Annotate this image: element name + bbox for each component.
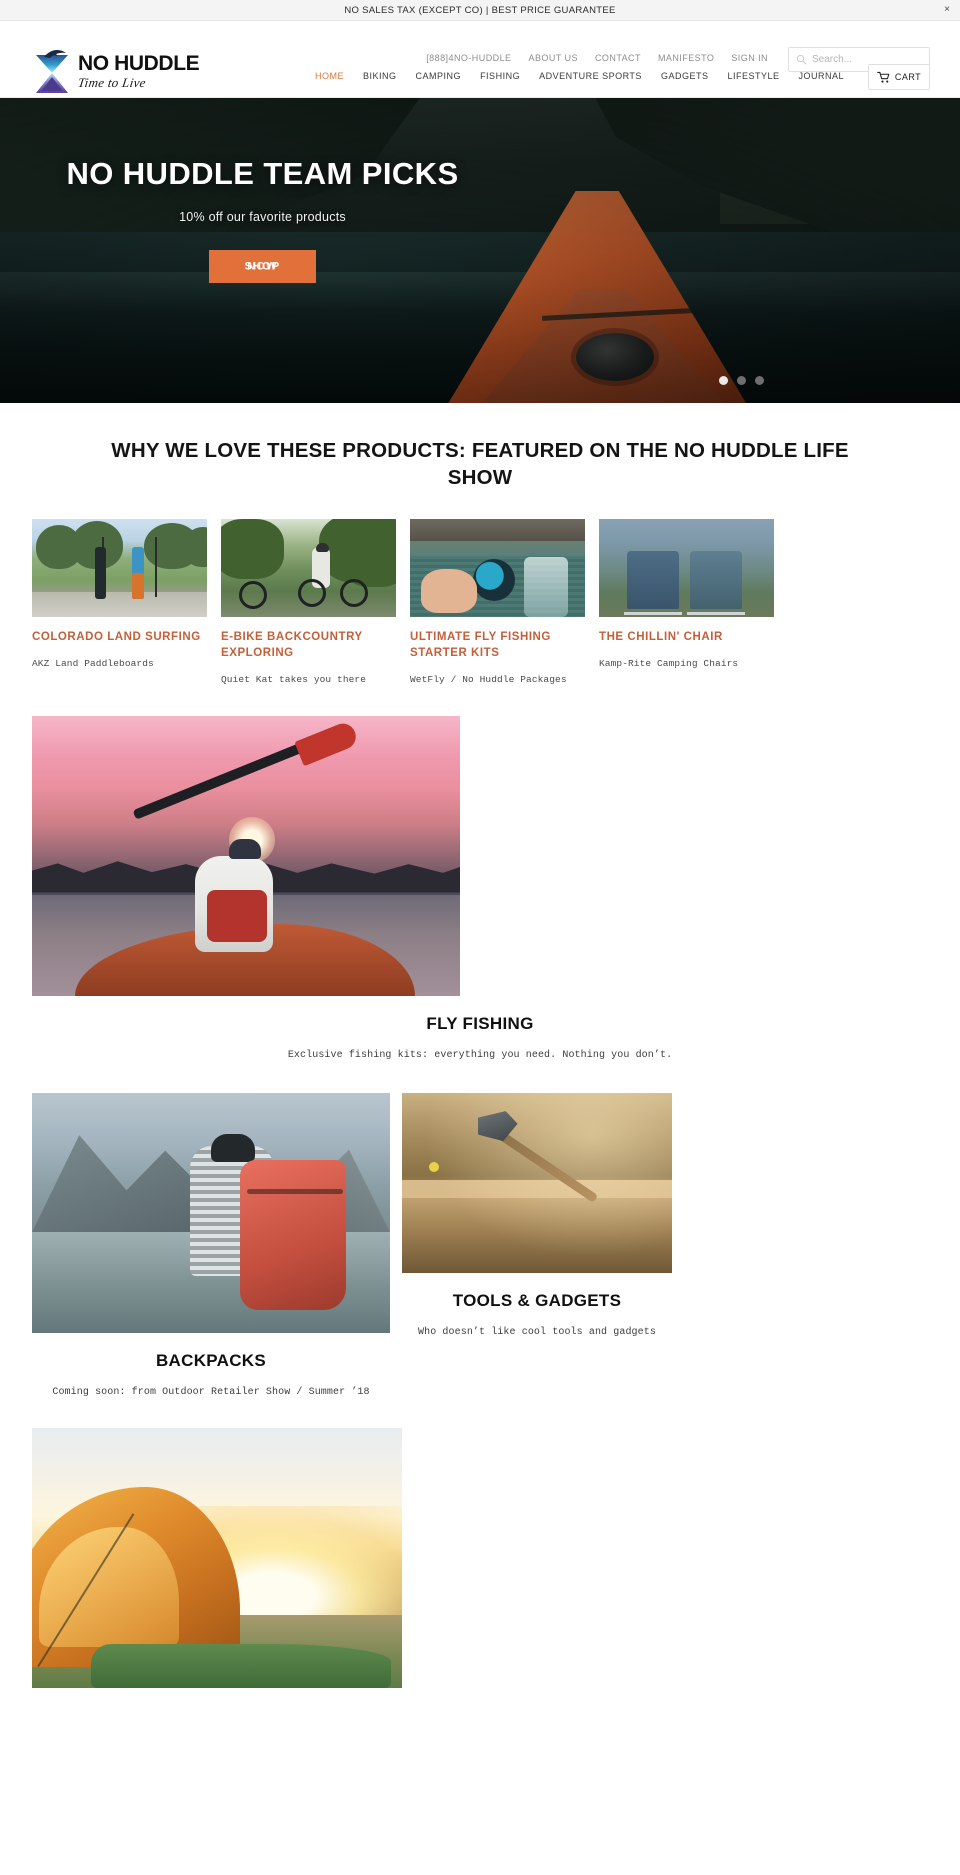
hero-slider-dots bbox=[719, 376, 764, 385]
category-tools-gadgets: TOOLS & GADGETS Who doesn’t like cool to… bbox=[402, 1093, 672, 1338]
category-row: BACKPACKS Coming soon: from Outdoor Reta… bbox=[32, 1093, 928, 1398]
cart-label: CART bbox=[894, 72, 922, 82]
hero-dot-2[interactable] bbox=[737, 376, 746, 385]
utility-nav: [888]4NO-HUDDLE ABOUT US CONTACT MANIFES… bbox=[426, 53, 768, 63]
featured-card[interactable]: THE CHILLIN' CHAIR Kamp-Rite Camping Cha… bbox=[599, 519, 774, 686]
nav-home[interactable]: HOME bbox=[315, 71, 344, 81]
category-image-tools-gadgets[interactable] bbox=[402, 1093, 672, 1274]
card-title[interactable]: E-BIKE BACKCOUNTRY EXPLORING bbox=[221, 630, 396, 662]
category-image-fly-fishing[interactable] bbox=[32, 716, 460, 997]
nav-biking[interactable]: BIKING bbox=[363, 71, 397, 81]
close-icon[interactable]: × bbox=[944, 5, 950, 15]
category-camping bbox=[32, 1428, 928, 1689]
category-title[interactable]: BACKPACKS bbox=[32, 1351, 390, 1371]
featured-card[interactable]: ULTIMATE FLY FISHING STARTER KITS WetFly… bbox=[410, 519, 585, 686]
card-subtitle: Quiet Kat takes you there bbox=[221, 673, 367, 685]
category-title[interactable]: TOOLS & GADGETS bbox=[402, 1291, 672, 1311]
featured-card[interactable]: COLORADO LAND SURFING AKZ Land Paddleboa… bbox=[32, 519, 207, 686]
hero-title: NO HUDDLE TEAM PICKS bbox=[66, 156, 459, 191]
announcement-bar: NO SALES TAX (EXCEPT CO) | BEST PRICE GU… bbox=[0, 0, 960, 21]
utility-nav-phone[interactable]: [888]4NO-HUDDLE bbox=[426, 53, 511, 63]
nav-journal[interactable]: JOURNAL bbox=[798, 71, 844, 81]
category-title[interactable]: FLY FISHING bbox=[32, 1014, 928, 1034]
main-nav: HOME BIKING CAMPING FISHING ADVENTURE SP… bbox=[315, 71, 844, 81]
category-image-camping-tent[interactable] bbox=[32, 1428, 402, 1689]
logo[interactable]: NO HUDDLE Time to Live bbox=[30, 47, 200, 95]
hourglass-logo-icon bbox=[36, 49, 68, 93]
shopping-cart-icon bbox=[877, 71, 890, 83]
featured-card[interactable]: E-BIKE BACKCOUNTRY EXPLORING Quiet Kat t… bbox=[221, 519, 396, 686]
category-image-backpacks[interactable] bbox=[32, 1093, 390, 1334]
card-title[interactable]: COLORADO LAND SURFING bbox=[32, 630, 207, 646]
utility-nav-manifesto[interactable]: MANIFESTO bbox=[658, 53, 714, 63]
card-image-chillin-chair[interactable] bbox=[599, 519, 774, 618]
featured-cards: COLORADO LAND SURFING AKZ Land Paddleboa… bbox=[32, 519, 928, 686]
search-icon bbox=[796, 54, 807, 65]
card-image-colorado-land-surfing[interactable] bbox=[32, 519, 207, 618]
cart-button[interactable]: CART bbox=[868, 64, 930, 90]
hero-content: NO HUDDLE TEAM PICKS 10% off our favorit… bbox=[60, 156, 465, 284]
nav-camping[interactable]: CAMPING bbox=[416, 71, 462, 81]
hero-cta-label-now: NOW bbox=[247, 260, 278, 273]
category-subtitle: Who doesn’t like cool tools and gadgets bbox=[418, 1327, 656, 1339]
hero-subtitle: 10% off our favorite products bbox=[179, 210, 346, 225]
hero-dot-1[interactable] bbox=[719, 376, 728, 385]
card-title[interactable]: ULTIMATE FLY FISHING STARTER KITS bbox=[410, 630, 585, 662]
card-subtitle: Kamp-Rite Camping Chairs bbox=[599, 657, 739, 669]
card-image-ebike-backcountry[interactable] bbox=[221, 519, 396, 618]
category-backpacks: BACKPACKS Coming soon: from Outdoor Reta… bbox=[32, 1093, 390, 1398]
nav-gadgets[interactable]: GADGETS bbox=[661, 71, 709, 81]
category-subtitle: Coming soon: from Outdoor Retailer Show … bbox=[52, 1387, 370, 1399]
hero-shop-now-button[interactable]: SHOP NOW bbox=[209, 250, 316, 284]
nav-lifestyle[interactable]: LIFESTYLE bbox=[727, 71, 779, 81]
card-title[interactable]: THE CHILLIN' CHAIR bbox=[599, 630, 774, 646]
hero-dot-3[interactable] bbox=[755, 376, 764, 385]
nav-fishing[interactable]: FISHING bbox=[480, 71, 520, 81]
brand-tagline: Time to Live bbox=[76, 75, 147, 90]
utility-nav-contact[interactable]: CONTACT bbox=[595, 53, 641, 63]
card-subtitle: WetFly / No Huddle Packages bbox=[410, 673, 567, 685]
category-fly-fishing: FLY FISHING Exclusive fishing kits: ever… bbox=[32, 716, 928, 1061]
utility-nav-about[interactable]: ABOUT US bbox=[529, 53, 578, 63]
featured-section-heading: WHY WE LOVE THESE PRODUCTS: FEATURED ON … bbox=[111, 439, 849, 490]
brand-name: NO HUDDLE bbox=[78, 52, 200, 75]
card-image-fly-fishing-kits[interactable] bbox=[410, 519, 585, 618]
utility-nav-signin[interactable]: SIGN IN bbox=[731, 53, 768, 63]
site-header: NO HUDDLE Time to Live [888]4NO-HUDDLE A… bbox=[0, 21, 960, 98]
announcement-text: NO SALES TAX (EXCEPT CO) | BEST PRICE GU… bbox=[344, 4, 616, 16]
card-subtitle: AKZ Land Paddleboards bbox=[32, 657, 154, 669]
category-subtitle: Exclusive fishing kits: everything you n… bbox=[287, 1050, 673, 1062]
hero-slider: NO HUDDLE TEAM PICKS 10% off our favorit… bbox=[0, 98, 960, 403]
nav-adventure-sports[interactable]: ADVENTURE SPORTS bbox=[539, 71, 642, 81]
